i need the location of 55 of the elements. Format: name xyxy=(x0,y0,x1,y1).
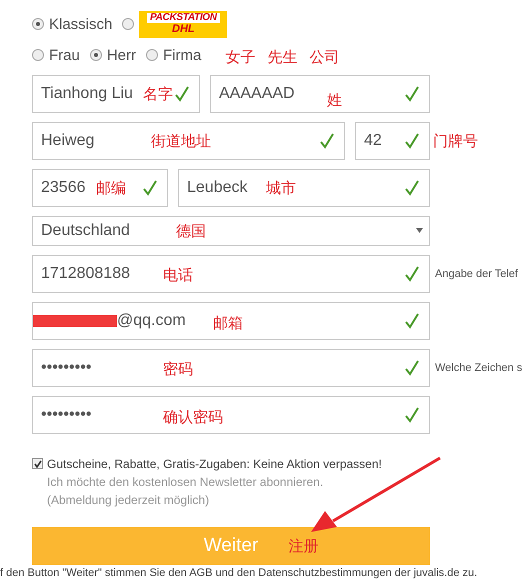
annotation-text: 姓 xyxy=(327,91,342,110)
option-label: Firma xyxy=(163,46,202,64)
annotation-text: 德国 xyxy=(176,222,206,241)
annotation-text: 门牌号 xyxy=(433,132,478,150)
caret-icon xyxy=(416,228,423,233)
annotation-text: 电话 xyxy=(163,266,193,285)
input-field[interactable]: 23566 邮编 xyxy=(32,169,168,207)
field-value: Leubeck xyxy=(187,179,248,197)
annotation-text: 街道地址 xyxy=(151,132,211,151)
newsletter-text: (Abmeldung jederzeit möglich) xyxy=(47,492,210,509)
input-field[interactable]: AAAAAAD 姓 xyxy=(210,75,430,113)
field-value: Deutschland xyxy=(41,222,130,240)
option-label: Klassisch xyxy=(49,16,112,32)
annotation-text: 确认密码 xyxy=(163,408,223,427)
radio-button[interactable] xyxy=(32,18,44,30)
field-value: ••••••••• xyxy=(41,406,92,424)
field-value: AAAAAAD xyxy=(219,85,295,103)
hint-text: Angabe der Telef xyxy=(435,268,518,280)
checkbox[interactable] xyxy=(32,458,43,469)
annotation-text: 公司 xyxy=(309,48,340,66)
password-field[interactable]: ••••••••• 密码 xyxy=(32,349,430,387)
input-field[interactable]: Leubeck 城市 xyxy=(178,169,430,207)
terms-text: f den Button "Weiter" stimmen Sie den AGB und den Datenschutzbestimmungen der juvalis.de zu. xyxy=(0,567,478,579)
annotation-text: 密码 xyxy=(163,360,193,379)
option-label: Herr xyxy=(106,46,136,64)
input-field[interactable]: Heiweg 街道地址 xyxy=(32,122,345,160)
field-value: 23566 xyxy=(41,179,86,197)
annotation-text: 名字 xyxy=(143,85,173,104)
annotation-text: 先生 xyxy=(267,48,298,66)
radio-button[interactable] xyxy=(90,49,102,61)
field-value: 42 xyxy=(364,132,382,150)
annotation-text: 邮箱 xyxy=(213,314,243,333)
field-value: @qq.com xyxy=(117,312,186,330)
country-select[interactable]: Deutschland 德国 xyxy=(32,216,430,246)
field-value: Heiweg xyxy=(41,132,94,150)
option-label: Frau xyxy=(49,46,80,64)
annotation-text: 城市 xyxy=(266,179,296,198)
password-field[interactable]: ••••••••• 确认密码 xyxy=(32,396,430,434)
annotation-text: 注册 xyxy=(288,536,318,556)
input-field[interactable]: 42 xyxy=(355,122,430,160)
annotation-text: 女子 xyxy=(225,48,256,66)
newsletter-text: Ich möchte den kostenlosen Newsletter abonnieren. xyxy=(47,474,324,491)
packstation-logo: PACKSTATION DHL xyxy=(139,10,228,38)
annotation-text: 邮编 xyxy=(96,179,126,198)
input-field[interactable]: Tianhong Liu 名字 xyxy=(32,75,200,113)
field-value: Tianhong Liu xyxy=(41,85,133,103)
radio-button[interactable] xyxy=(146,49,158,61)
email-field[interactable]: @qq.com 邮箱 xyxy=(32,302,430,340)
radio-button[interactable] xyxy=(32,49,44,61)
hint-text: Welche Zeichen s xyxy=(435,362,522,374)
radio-button[interactable] xyxy=(122,18,134,30)
field-value: ••••••••• xyxy=(41,359,92,377)
newsletter-headline: Gutscheine, Rabatte, Gratis-Zugaben: Keine Aktion verpassen! xyxy=(47,456,382,473)
input-field[interactable]: 1712808188 电话 xyxy=(32,255,430,293)
field-value: 1712808188 xyxy=(41,265,130,283)
